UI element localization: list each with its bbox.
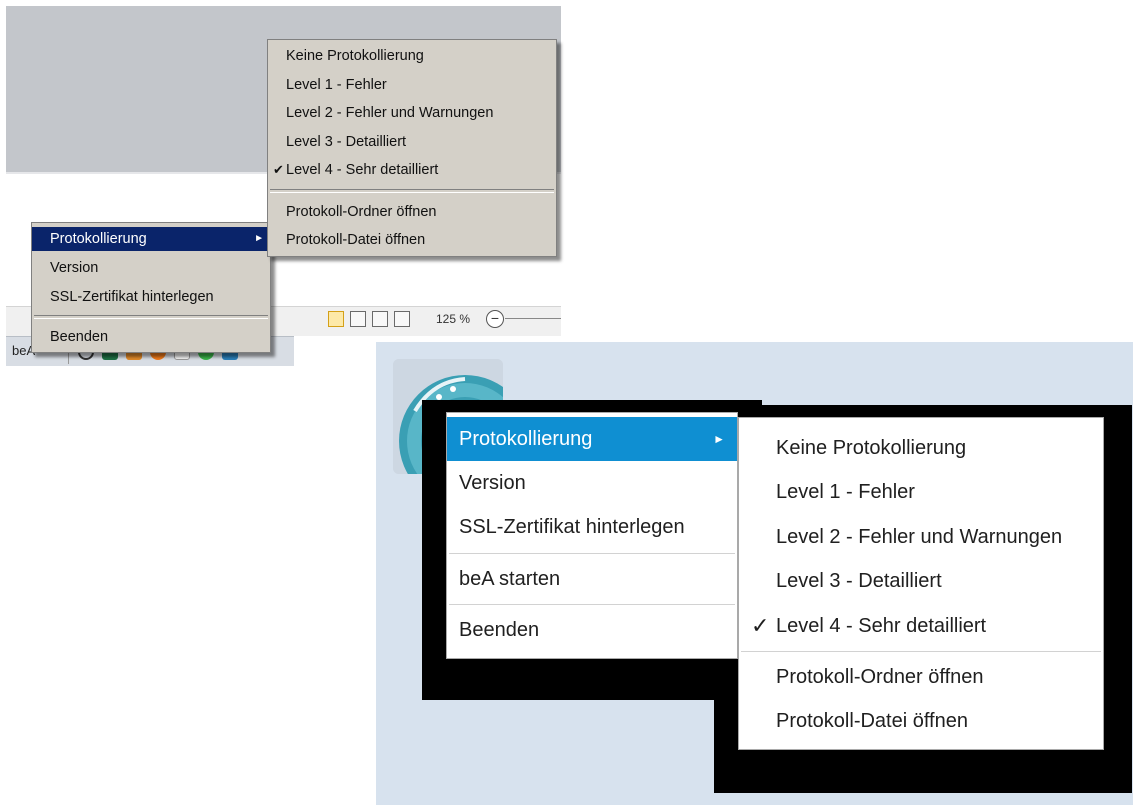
menu-item-bea-starten[interactable]: beA starten: [447, 557, 737, 601]
menu-item-label: Level 1 - Fehler: [286, 77, 387, 93]
menu-separator: [270, 189, 554, 193]
single-page-view-icon[interactable]: [328, 311, 344, 327]
menu-item-label: Protokoll-Datei öffnen: [776, 710, 968, 732]
submenu-item-level-2[interactable]: Level 2 - Fehler und Warnungen: [739, 515, 1103, 559]
menu-item-label: Level 3 - Detailliert: [776, 570, 942, 592]
submenu-item-level-1[interactable]: Level 1 - Fehler: [268, 73, 556, 97]
checkmark-icon: ✓: [751, 613, 770, 638]
menu-item-label: Protokollierung: [459, 428, 593, 450]
submenu-item-protokoll-datei[interactable]: Protokoll-Datei öffnen: [739, 699, 1103, 743]
menu-separator: [449, 553, 735, 554]
zoom-level: 125 %: [436, 312, 471, 326]
submenu-item-level-3[interactable]: Level 3 - Detailliert: [739, 559, 1103, 603]
submenu-item-level-2[interactable]: Level 2 - Fehler und Warnungen: [268, 101, 556, 125]
menu-item-label: Version: [50, 260, 99, 276]
menu-item-version[interactable]: Version: [32, 256, 270, 280]
submenu-item-protokoll-ordner[interactable]: Protokoll-Ordner öffnen: [268, 200, 556, 224]
menu-separator: [34, 315, 268, 319]
tray-context-menu: Protokollierung ► Version SSL-Zertifikat…: [31, 222, 271, 353]
menu-item-label: SSL-Zertifikat hinterlegen: [459, 516, 685, 538]
tray-context-menu-modern: Protokollierung ► Version SSL-Zertifikat…: [446, 412, 738, 659]
submenu-arrow-icon: ►: [713, 432, 725, 446]
menu-item-label: Level 2 - Fehler und Warnungen: [286, 105, 494, 121]
logging-submenu-modern: Keine Protokollierung Level 1 - Fehler L…: [738, 417, 1104, 750]
menu-separator: [449, 604, 735, 605]
menu-item-protokollierung[interactable]: Protokollierung ►: [447, 417, 737, 461]
submenu-item-protokoll-ordner[interactable]: Protokoll-Ordner öffnen: [739, 655, 1103, 699]
menu-item-label: Level 4 - Sehr detailliert: [286, 162, 439, 178]
zoom-slider[interactable]: [505, 318, 561, 319]
menu-item-protokollierung[interactable]: Protokollierung ►: [32, 227, 270, 251]
grid-view-icon[interactable]: [350, 311, 366, 327]
menu-item-version[interactable]: Version: [447, 461, 737, 505]
menu-item-label: Protokoll-Ordner öffnen: [776, 666, 984, 688]
submenu-item-level-1[interactable]: Level 1 - Fehler: [739, 470, 1103, 514]
book-view-icon[interactable]: [372, 311, 388, 327]
submenu-item-level-4[interactable]: ✓ Level 4 - Sehr detailliert: [739, 604, 1103, 648]
menu-item-label: Protokoll-Ordner öffnen: [286, 204, 437, 220]
menu-item-ssl-zertifikat[interactable]: SSL-Zertifikat hinterlegen: [32, 285, 270, 309]
menu-item-label: Level 4 - Sehr detailliert: [776, 615, 987, 637]
menu-item-label: Beenden: [50, 329, 109, 345]
logging-submenu: Keine Protokollierung Level 1 - Fehler L…: [267, 39, 557, 257]
submenu-item-keine-protokollierung[interactable]: Keine Protokollierung: [268, 44, 556, 68]
zoom-out-icon[interactable]: −: [486, 310, 504, 328]
checkmark-icon: ✔: [273, 162, 284, 177]
menu-item-label: Keine Protokollierung: [286, 48, 424, 64]
submenu-arrow-icon: ►: [254, 233, 264, 244]
presentation-view-icon[interactable]: [394, 311, 410, 327]
submenu-item-keine-protokollierung[interactable]: Keine Protokollierung: [739, 426, 1103, 470]
menu-item-beenden[interactable]: Beenden: [447, 608, 737, 652]
menu-item-label: Beenden: [459, 619, 540, 641]
view-mode-buttons: [328, 311, 410, 327]
submenu-item-level-3[interactable]: Level 3 - Detailliert: [268, 130, 556, 154]
menu-item-label: Version: [459, 472, 526, 494]
menu-item-ssl-zertifikat[interactable]: SSL-Zertifikat hinterlegen: [447, 505, 737, 549]
menu-separator: [741, 651, 1101, 652]
submenu-item-level-4[interactable]: ✔ Level 4 - Sehr detailliert: [268, 158, 556, 182]
menu-item-label: Protokoll-Datei öffnen: [286, 232, 426, 248]
menu-item-label: Protokollierung: [50, 231, 147, 247]
menu-item-label: Level 3 - Detailliert: [286, 134, 407, 150]
menu-item-label: SSL-Zertifikat hinterlegen: [50, 289, 214, 305]
menu-item-beenden[interactable]: Beenden: [32, 325, 270, 349]
menu-item-label: Level 1 - Fehler: [776, 481, 915, 503]
menu-item-label: beA starten: [459, 568, 561, 590]
submenu-item-protokoll-datei[interactable]: Protokoll-Datei öffnen: [268, 228, 556, 252]
menu-item-label: Level 2 - Fehler und Warnungen: [776, 526, 1063, 548]
menu-item-label: Keine Protokollierung: [776, 437, 967, 459]
